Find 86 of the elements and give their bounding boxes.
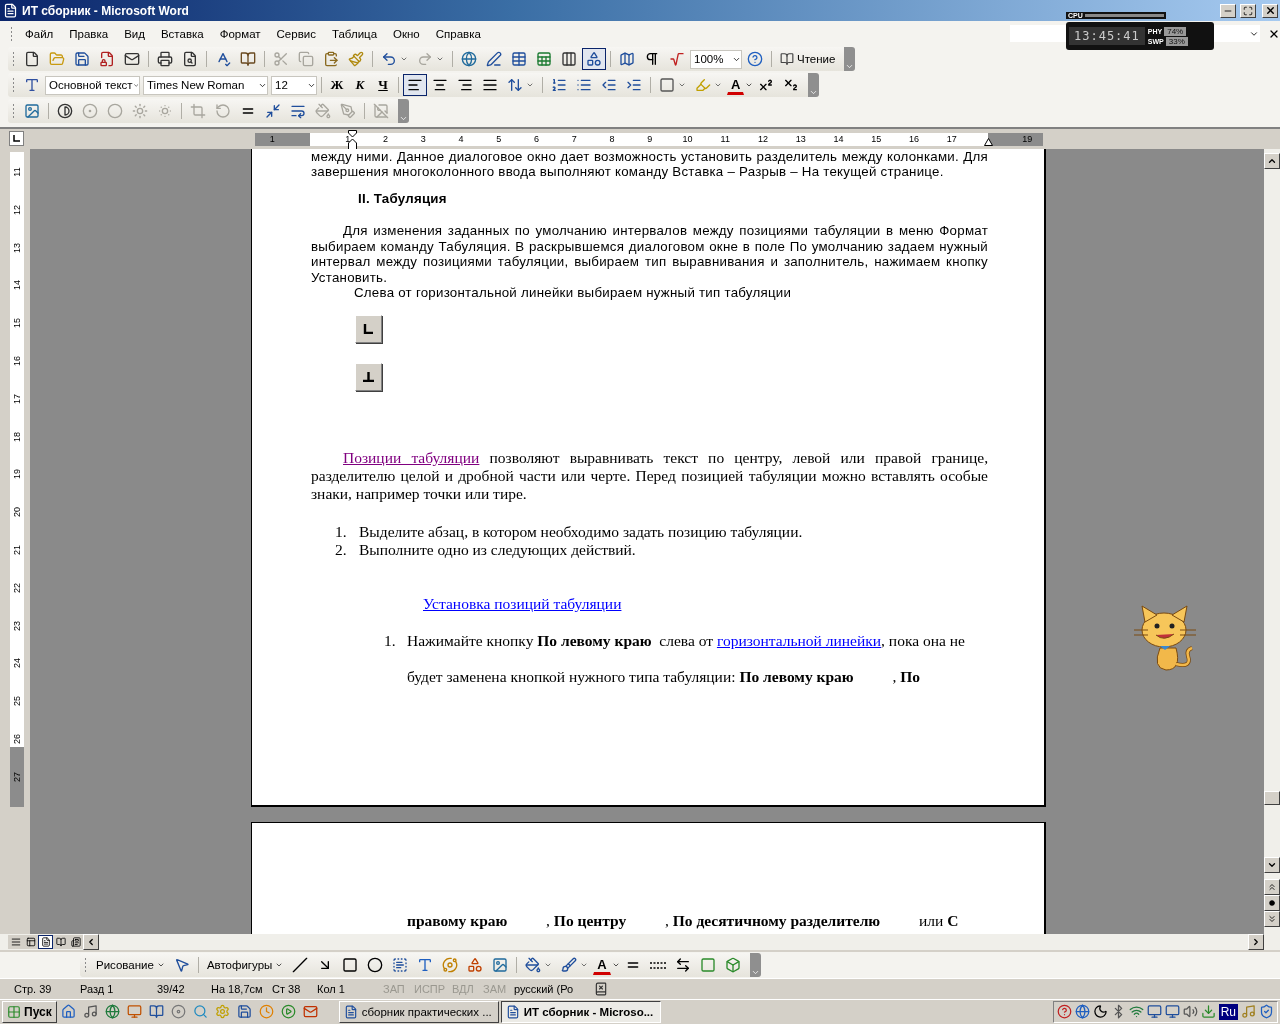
ruler-number: 5 [496, 132, 502, 146]
status-text: Ст 38 [272, 982, 302, 995]
tab-positions-link[interactable]: Позиции табуляции [343, 448, 480, 466]
paragraph: Позиции табуляции позволяют выравнивать текст по центру, левой или правой границе, разделителю целой и дробной части или черте. Перед позицией табуляции можно вставлять особые знаки, например точки или тире. [311, 448, 988, 503]
menu-item[interactable]: Правка [61, 24, 117, 43]
font-color-button[interactable]: A [593, 955, 611, 975]
menu-item[interactable]: Окно [385, 24, 428, 43]
status-text: Кол 1 [317, 982, 346, 995]
ruler-number: 25 [12, 696, 22, 707]
ruler-number: 27 [12, 771, 22, 782]
ruler-number: 9 [647, 132, 653, 146]
language-indicator[interactable]: Ru [1218, 1003, 1238, 1020]
bold-button[interactable]: Ж [326, 74, 348, 97]
ruler-number: 1 [269, 132, 275, 146]
menu-item[interactable]: Формат [211, 24, 269, 43]
menu-item[interactable]: Файл [17, 24, 62, 43]
ruler-number: 19 [12, 469, 22, 480]
ruler-number: 2 [383, 132, 388, 146]
ruler-number: 16 [909, 132, 919, 146]
list-number: 2. [335, 540, 348, 559]
ruler-number: 21 [12, 544, 22, 555]
ruler-number: 24 [12, 658, 22, 669]
paragraph: между ними. Данное диалоговое окно дает возможность установить разделитель между колонками. Для завершения многоколонного ввода выполняют команду Вставка – Разрыв – На текущей странице. [311, 148, 988, 180]
ruler-number: 15 [12, 318, 22, 329]
zoom-dropdown[interactable]: 100% [690, 49, 742, 69]
menu-item[interactable]: Справка [427, 24, 489, 43]
font-color-button[interactable]: A [727, 75, 745, 95]
window-title: ИТ сборник - Microsoft Word [22, 3, 189, 18]
ruler-number: 7 [571, 132, 577, 146]
list-number: 1. [335, 522, 348, 541]
ruler-number: 19 [1022, 132, 1033, 146]
autoshapes-menu-button[interactable]: Автофигуры [202, 954, 288, 977]
ruler-number: 14 [12, 280, 22, 291]
paragraph: Слева от горизонтальной линейки выбираем нужный тип табуляции [354, 285, 793, 301]
ruler-number: 17 [12, 393, 22, 404]
paragraph: Для изменения заданных по умолчанию интервалов между позициями табуляции в меню Формат выбираем команду Табуляция. В раскрывшемся диалоговом окне в поле По умолчанию задаем нужный интервал между позициями табуляции, выбираем тип выравнивания и заполнитель, нажимаем кнопку Установить. [311, 223, 988, 286]
ruler-number: 13 [12, 242, 22, 253]
status-text: Разд 1 [80, 982, 115, 995]
font-dropdown[interactable]: Times New Roman [143, 75, 268, 95]
ruler-number: 26 [12, 733, 22, 744]
ruler-number: 6 [534, 132, 539, 146]
phy-value: 74% [1164, 26, 1187, 36]
ruler-number: 11 [12, 167, 22, 177]
taskbar-button[interactable]: сборник практических ... [338, 1000, 499, 1023]
start-button[interactable]: Пуск [2, 1000, 57, 1023]
swp-value: 33% [1165, 36, 1188, 46]
ruler-number: 4 [458, 132, 464, 146]
ruler-number: 23 [12, 620, 22, 631]
ruler-number: 12 [758, 132, 768, 146]
paragraph: правому краю , По центру , По десятичному разделителю или С [407, 911, 959, 929]
ruler-number: 8 [609, 132, 615, 146]
menu-item[interactable]: Сервис [268, 24, 324, 43]
ruler-number: 16 [12, 355, 22, 366]
ruler-number: 3 [420, 132, 426, 146]
status-text: 39/42 [157, 982, 186, 995]
status-text: На 18,7см [211, 982, 264, 995]
menu-item[interactable]: Вид [116, 24, 153, 43]
ruler-number: 20 [12, 507, 22, 518]
draw-menu-button[interactable]: Рисование [92, 954, 169, 977]
ruler-number: 17 [946, 132, 957, 146]
underline-button[interactable]: Ч [372, 74, 394, 97]
ruler-number: 15 [871, 132, 882, 146]
list-item-text: Выделите абзац, в котором необходимо задать позицию табуляции. [359, 522, 803, 541]
ruler-number: 1 [345, 132, 351, 146]
list-number: 1. [384, 630, 397, 651]
ruler-number: 22 [12, 582, 22, 593]
ruler-number: 13 [795, 132, 806, 146]
font-size-dropdown[interactable]: 12 [271, 75, 317, 95]
ruler-number: 18 [12, 431, 22, 442]
clock-display: 13:45:41 [1069, 27, 1145, 45]
taskbar-button[interactable]: ИТ сборник - Microso... [500, 1000, 661, 1023]
status-text: Стр. 39 [14, 982, 53, 995]
ruler-number: 14 [833, 132, 844, 146]
ruler-number: 10 [682, 132, 693, 146]
ruler-number: 12 [12, 204, 22, 215]
list-item-text: Нажимайте кнопку По левому краю слева от горизонтальной линейки, пока она не будет заменена кнопкой нужного типа табуляции: По левому краю , По [407, 630, 966, 687]
read-button[interactable]: Чтение [776, 48, 840, 71]
italic-button[interactable]: К [349, 74, 371, 97]
section-heading: II. Табуляция [358, 190, 448, 207]
section-link[interactable]: Установка позиций табуляции [423, 594, 622, 612]
menu-item[interactable]: Таблица [323, 24, 386, 43]
list-item-text: Выполните одно из следующих действий. [359, 540, 636, 559]
menu-item[interactable]: Вставка [152, 24, 212, 43]
style-dropdown[interactable]: Основной текст [45, 75, 140, 95]
status-language[interactable]: русский (Ро [514, 982, 594, 995]
ruler-number: 11 [720, 132, 730, 146]
